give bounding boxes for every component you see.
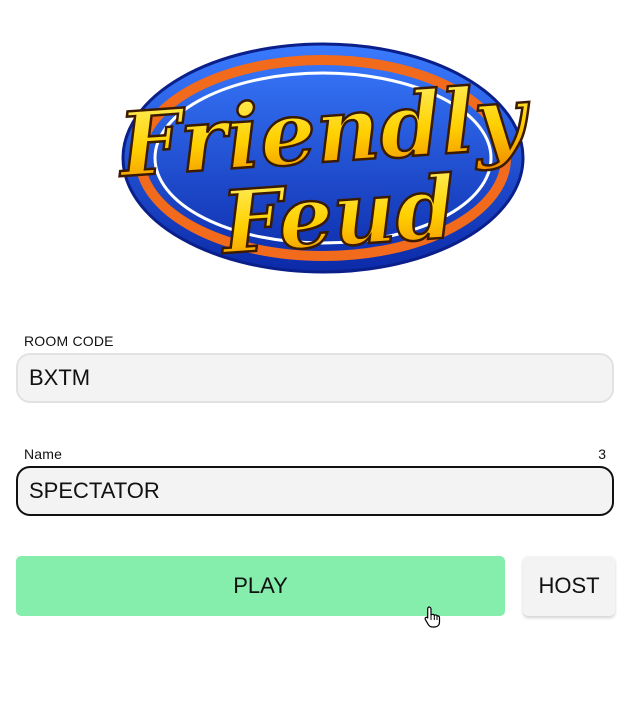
name-remaining-count: 3 xyxy=(598,446,606,462)
name-label: Name xyxy=(24,446,63,462)
logo-line2: Feud xyxy=(216,157,459,274)
name-input[interactable] xyxy=(16,466,614,516)
join-page: Friendly Feud ROOM CODE Name 3 PLAY HOST xyxy=(0,0,639,704)
room-code-input[interactable] xyxy=(16,353,614,403)
logo-graphic: Friendly Feud xyxy=(112,42,536,275)
room-code-label: ROOM CODE xyxy=(24,333,114,349)
hand-pointer-icon xyxy=(424,606,441,628)
friendly-feud-logo: Friendly Feud xyxy=(107,40,539,278)
host-button[interactable]: HOST xyxy=(523,556,615,616)
